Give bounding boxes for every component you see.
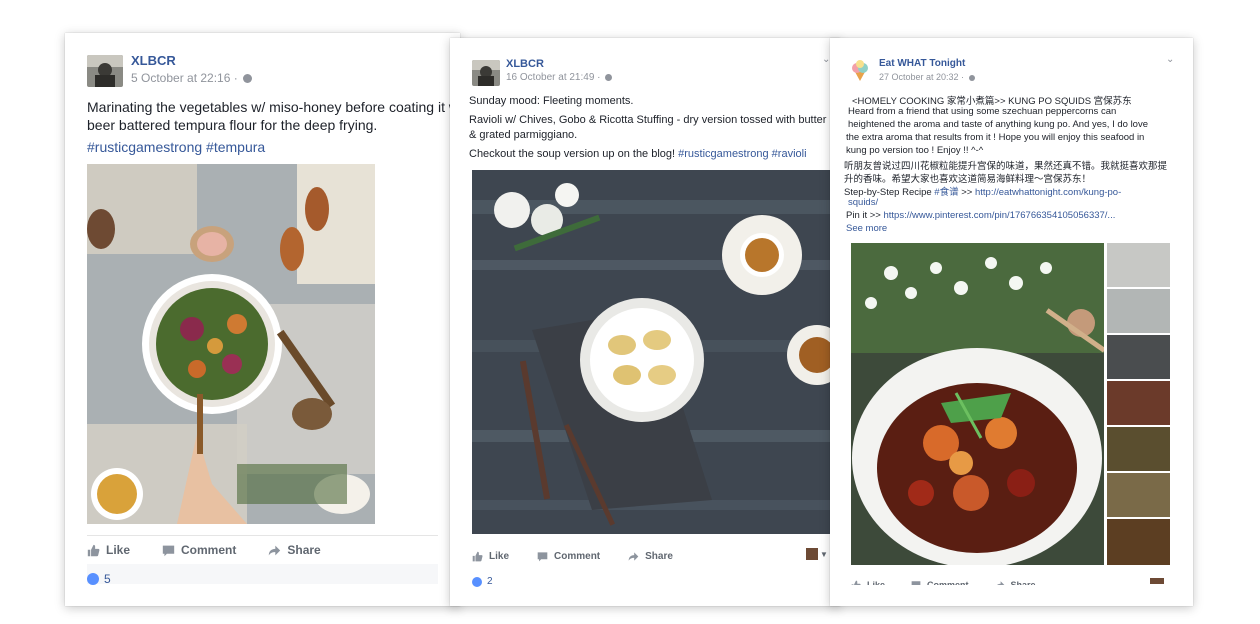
comment-button[interactable]: Comment	[537, 551, 600, 562]
post-text-line: Marinating the vegetables w/ miso-honey …	[87, 99, 459, 115]
post-card-3: Eat WHAT Tonight 27 October at 20:32 · ⌄…	[830, 38, 1193, 606]
share-label: Share	[645, 550, 673, 562]
post-photo[interactable]	[472, 170, 830, 534]
timestamp-text: 5 October at 22:16 ·	[131, 71, 238, 85]
like-label: Like	[867, 580, 886, 590]
like-label: Like	[489, 550, 510, 562]
post-text-line: Sunday mood: Fleeting moments.	[469, 95, 634, 107]
post-text-line: & grated parmiggiano.	[469, 129, 578, 141]
reaction-count[interactable]: 2	[472, 576, 493, 587]
thumbs-up-icon	[87, 544, 100, 556]
like-button[interactable]: Like	[472, 551, 509, 562]
comment-button[interactable]: Comment	[162, 543, 236, 557]
post-text-line: Step-by-Step Recipe #食谱 >> http://eatwha…	[844, 184, 1121, 198]
post-text-line: 升的香味。希望大家也喜欢这道简易海鲜料理～宫保苏东！	[844, 174, 1092, 185]
thumbnail[interactable]	[1107, 289, 1170, 333]
recipe-link-continued[interactable]: squids/	[848, 197, 878, 208]
globe-icon	[968, 74, 975, 81]
post-card-1: XLBCR 5 October at 22:16 · Marinating th…	[65, 33, 460, 606]
post-timestamp[interactable]: 16 October at 21:49 ·	[506, 72, 613, 83]
post-hashtags[interactable]: #rusticgamestrong #ravioli	[678, 148, 806, 160]
share-button[interactable]: Share	[628, 551, 673, 562]
avatar-icon	[806, 548, 818, 560]
comment-button[interactable]: Comment	[911, 580, 969, 590]
share-icon	[269, 545, 281, 555]
post-text-line: Pin it >> https://www.pinterest.com/pin/…	[846, 210, 1115, 221]
post-text-line: heightened the aroma and taste of anythi…	[848, 119, 1148, 130]
post-actions: Like Comment Share	[851, 578, 1036, 590]
reaction-count[interactable]: 5	[87, 572, 111, 586]
comment-icon	[911, 581, 921, 585]
thumbs-up-icon	[851, 580, 861, 585]
caret-down-icon: ▼	[820, 549, 828, 559]
thumbnail[interactable]	[1107, 519, 1170, 565]
like-count: 5	[104, 572, 111, 586]
post-text-line: <HOMELY COOKING 家常小煮篇>> KUNG PO SQUIDS 宫…	[852, 96, 1132, 107]
post-text: Checkout the soup version up on the blog…	[469, 148, 679, 160]
post-text-line: Heard from a friend that using some szec…	[848, 106, 1117, 117]
comment-icon	[162, 545, 175, 556]
like-badge-icon	[472, 576, 482, 587]
share-icon	[628, 551, 639, 561]
like-label: Like	[106, 543, 131, 557]
post-text-line: kung po version too ! Enjoy !! ^-^	[846, 145, 984, 156]
see-more-link[interactable]: See more	[846, 223, 887, 234]
share-button[interactable]: Share	[995, 580, 1036, 590]
post-text-line: 听朋友曾说过四川花椒粒能提升宫保的味道，果然还真不错。我就挺喜欢那提	[844, 161, 1168, 172]
post-photo-main[interactable]	[851, 243, 1104, 565]
reactions-bar	[87, 564, 438, 584]
post-actions: Like Comment Share	[87, 541, 321, 559]
hashtag-link[interactable]: #食谱	[934, 187, 958, 198]
globe-icon	[605, 73, 613, 81]
post-text-line: Ravioli w/ Chives, Gobo & Ricotta Stuffi…	[469, 114, 827, 126]
post-timestamp[interactable]: 27 October at 20:32 ·	[879, 72, 975, 82]
thumbnail[interactable]	[1107, 243, 1170, 287]
avatar[interactable]	[87, 55, 123, 87]
comment-label: Comment	[927, 580, 969, 590]
post-text: >>	[958, 187, 975, 198]
like-button[interactable]: Like	[87, 543, 130, 557]
post-author[interactable]: Eat WHAT Tonight	[879, 58, 965, 69]
comment-label: Comment	[181, 543, 237, 557]
globe-icon	[243, 74, 253, 84]
avatar[interactable]	[472, 60, 500, 86]
share-icon	[996, 581, 1004, 585]
comment-label: Comment	[554, 550, 601, 562]
share-label: Share	[1010, 580, 1036, 590]
post-text-line: Checkout the soup version up on the blog…	[469, 148, 807, 160]
post-author[interactable]: XLBCR	[506, 58, 544, 70]
thumbnail-strip	[1107, 243, 1170, 565]
comment-icon	[537, 551, 548, 561]
reaction-selector[interactable]: ▼	[806, 548, 828, 560]
thumbs-up-icon	[472, 551, 483, 561]
reaction-selector[interactable]	[1150, 578, 1164, 584]
share-button[interactable]: Share	[268, 543, 321, 557]
post-photo[interactable]	[87, 164, 375, 524]
post-text-line: the extra aroma that results from it ! H…	[846, 132, 1145, 143]
thumbnail[interactable]	[1107, 427, 1170, 471]
post-text-line: beer battered tempura flour for the deep…	[87, 117, 378, 133]
thumbnail[interactable]	[1107, 473, 1170, 517]
divider	[87, 535, 438, 536]
post-timestamp[interactable]: 5 October at 22:16 ·	[131, 71, 253, 85]
recipe-link[interactable]: http://eatwhattonight.com/kung-po-	[975, 187, 1121, 198]
post-text: Pin it >>	[846, 210, 884, 221]
chevron-down-icon[interactable]: ⌄	[1166, 54, 1174, 65]
timestamp-text: 16 October at 21:49 ·	[506, 72, 601, 83]
share-label: Share	[287, 543, 321, 557]
thumbnail[interactable]	[1107, 381, 1170, 425]
avatar[interactable]	[850, 60, 870, 82]
post-author[interactable]: XLBCR	[131, 53, 176, 68]
like-button[interactable]: Like	[851, 580, 886, 590]
post-hashtags[interactable]: #rusticgamestrong #tempura	[87, 139, 265, 155]
post-actions: Like Comment Share	[472, 548, 673, 564]
like-badge-icon	[87, 573, 99, 585]
pinterest-link[interactable]: https://www.pinterest.com/pin/1767663541…	[884, 210, 1116, 221]
post-card-2: XLBCR 16 October at 21:49 · ⌄ Sunday moo…	[450, 38, 840, 606]
like-count: 2	[487, 576, 493, 587]
thumbnail[interactable]	[1107, 335, 1170, 379]
timestamp-text: 27 October at 20:32 ·	[879, 72, 965, 82]
